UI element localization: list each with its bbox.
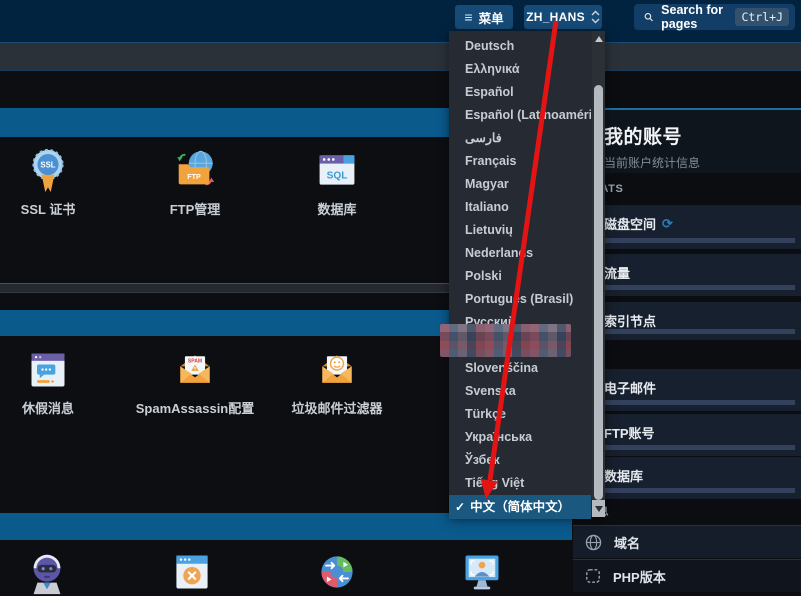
account-title: 我的账号 [604, 122, 801, 149]
selected-language-label: 中文（简体中文） [470, 495, 570, 519]
progress-track [596, 445, 795, 450]
info-row-php-version[interactable]: PHP版本 [573, 559, 801, 592]
stat-bandwidth: 流量 [588, 254, 801, 296]
language-option[interactable]: Ўзбек [449, 449, 591, 472]
stat-inodes: 索引节点 [588, 302, 801, 340]
progress-track [596, 285, 795, 290]
tile-ftp-management[interactable]: FTP FTP管理 [135, 147, 255, 218]
language-selector-value: ZH_HANS [526, 10, 585, 24]
stat-label: 电子邮件 [604, 378, 656, 397]
language-option[interactable]: Polski [449, 265, 591, 288]
search-icon [644, 10, 653, 24]
account-sidebar: 我的账号 当前账户统计信息 STATS 磁盘空间 ⟳ 流量 索引节点 电子邮件 … [572, 71, 801, 592]
svg-text:SQL: SQL [327, 170, 348, 181]
dropdown-scrollbar[interactable] [592, 31, 605, 517]
info-row-label: PHP版本 [613, 567, 666, 586]
tile-bottom-2[interactable] [132, 550, 252, 594]
menu-button[interactable]: ≡ 菜单 [455, 5, 513, 29]
info-row-domain[interactable]: 域名 [573, 525, 801, 558]
scroll-up-arrow-icon[interactable] [595, 36, 603, 42]
sql-database-icon: SQL [315, 147, 359, 193]
tile-bottom-4[interactable] [422, 550, 542, 594]
stat-email: 电子邮件 [588, 369, 801, 411]
language-selector-button[interactable]: ZH_HANS [524, 5, 602, 29]
account-subtitle: 当前账户统计信息 [604, 154, 801, 171]
search-shortcut-badge: Ctrl+J [735, 8, 789, 26]
language-option[interactable]: Español (Latinoamérica) [449, 104, 591, 127]
language-option[interactable]: فارسی [449, 127, 591, 150]
stat-label: FTP账号 [604, 423, 655, 442]
tile-label: FTP管理 [170, 199, 221, 218]
tile-label: SpamAssassin配置 [136, 398, 255, 417]
ftp-folder-icon: FTP [172, 147, 218, 193]
tile-label: SSL 证书 [21, 199, 76, 218]
vacation-message-icon [26, 348, 70, 392]
stat-label: 流量 [604, 263, 630, 282]
check-icon: ✓ [455, 495, 465, 519]
page-search-button[interactable]: Search for pages Ctrl+J [634, 4, 795, 30]
error-window-icon [170, 550, 214, 594]
stat-label: 索引节点 [604, 311, 656, 330]
tile-spamassassin[interactable]: SPAM SpamAssassin配置 [135, 348, 255, 417]
language-option[interactable]: Lietuvių [449, 219, 591, 242]
scrollbar-thumb[interactable] [594, 85, 603, 500]
language-option[interactable]: Deutsch [449, 35, 591, 58]
stat-label: 磁盘空间 [604, 214, 656, 233]
language-option-selected[interactable]: ✓ 中文（简体中文） [449, 495, 591, 519]
language-option[interactable]: Português (Brasil) [449, 288, 591, 311]
tile-vacation-messages[interactable]: 休假消息 [0, 348, 108, 417]
language-option[interactable]: Türkçe [449, 403, 591, 426]
info-row-label: 域名 [614, 533, 640, 552]
censored-text-overlay [440, 324, 571, 357]
top-navigation-bar: ≡ 菜单 ZH_HANS Search for pages Ctrl+J [0, 0, 801, 43]
progress-track [596, 400, 795, 405]
language-option[interactable]: Svenska [449, 380, 591, 403]
globe-icon [585, 534, 602, 551]
tile-ssl-certificates[interactable]: SSL SSL 证书 [0, 147, 108, 218]
account-summary-panel: 我的账号 当前账户统计信息 [588, 108, 801, 173]
language-option[interactable]: Ελληνικά [449, 58, 591, 81]
monitor-user-icon [460, 550, 504, 594]
spam-filter-icon [315, 348, 359, 392]
language-option[interactable]: Magyar [449, 173, 591, 196]
tile-databases[interactable]: SQL 数据库 [277, 147, 397, 218]
stat-ftp-accounts: FTP账号 [588, 414, 801, 456]
language-dropdown: Deutsch Ελληνικά Español Español (Latino… [449, 31, 605, 517]
spamassassin-icon: SPAM [173, 348, 217, 392]
tile-label: 垃圾邮件过滤器 [291, 398, 382, 417]
tile-label: 数据库 [317, 199, 356, 218]
svg-text:FTP: FTP [187, 173, 201, 181]
scroll-down-arrow-icon[interactable] [592, 500, 605, 517]
language-option[interactable]: Slovenščina [449, 357, 591, 380]
progress-track [596, 488, 795, 493]
ssl-certificate-icon: SSL [26, 147, 70, 193]
robot-icon [24, 550, 70, 596]
progress-track [596, 329, 795, 334]
php-icon [585, 568, 601, 584]
tile-bottom-3[interactable] [277, 550, 397, 594]
tile-spam-filters[interactable]: 垃圾邮件过滤器 [277, 348, 397, 417]
language-option[interactable]: Italiano [449, 196, 591, 219]
stat-databases: 数据库 [588, 457, 801, 499]
svg-text:SPAM: SPAM [188, 359, 202, 365]
language-option[interactable]: Nederlands [449, 242, 591, 265]
stat-label: 数据库 [604, 466, 643, 485]
collapsed-group-header [0, 43, 801, 71]
progress-track [596, 238, 795, 243]
language-option[interactable]: Français [449, 150, 591, 173]
chevron-up-down-icon [591, 10, 600, 24]
transfer-icon [315, 550, 359, 594]
tile-label: 休假消息 [22, 398, 74, 417]
refresh-icon[interactable]: ⟳ [662, 216, 673, 232]
language-option[interactable]: Español [449, 81, 591, 104]
search-label: Search for pages [661, 3, 727, 31]
language-option[interactable]: Tiếng Việt [449, 472, 591, 495]
language-option[interactable]: Українська [449, 426, 591, 449]
stat-disk-space: 磁盘空间 ⟳ [588, 205, 801, 249]
tile-bottom-1[interactable] [0, 550, 107, 596]
hamburger-icon: ≡ [464, 10, 472, 24]
svg-text:SSL: SSL [40, 161, 55, 170]
menu-button-label: 菜单 [479, 8, 504, 27]
